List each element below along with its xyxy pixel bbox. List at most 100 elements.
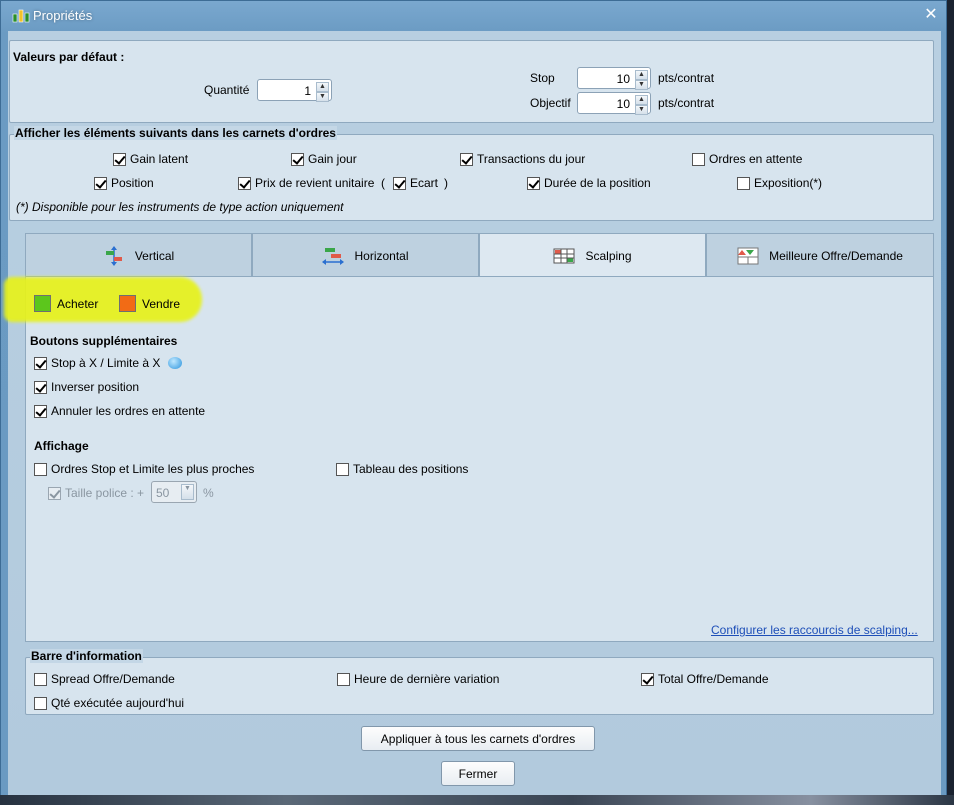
scalping-grid-icon [553,248,575,264]
quantity-stepper[interactable]: 1 ▲ ▼ [257,79,332,102]
buy-swatch[interactable] [34,295,51,312]
checkbox-box[interactable] [641,672,654,686]
checkbox-box[interactable] [94,176,107,190]
tab-label: Horizontal [354,248,409,263]
checkbox-label: Exposition(*) [754,176,823,190]
tab-label: Vertical [134,248,175,263]
tab-scalping[interactable]: Scalping [479,233,706,278]
checkbox-box[interactable] [393,176,406,190]
tab-meilleure-offre[interactable]: Meilleure Offre/Demande [706,233,934,277]
spin-down-icon[interactable]: ▼ [635,80,648,90]
checkbox-qte-executee[interactable]: Qté exécutée aujourd'hui [34,696,184,710]
font-size-unit: % [203,486,214,500]
checkbox-box[interactable] [337,672,350,686]
display-elements-panel: Afficher les éléments suivants dans les … [9,126,934,221]
target-stepper[interactable]: 10 ▲ ▼ [577,92,651,115]
checkbox-heure-variation[interactable]: Heure de dernière variation [337,672,499,686]
spin-down-icon[interactable]: ▼ [316,92,329,102]
checkbox-label: Gain jour [308,152,357,166]
checkbox-prix-revient[interactable]: Prix de revient unitaire [238,176,374,190]
checkbox-label: Stop à X / Limite à X [51,356,161,370]
checkbox-box[interactable] [34,380,47,394]
checkbox-label: Durée de la position [544,176,651,190]
properties-window: Propriétés ✕ Valeurs par défaut : Quanti… [0,0,947,797]
checkbox-duree-position[interactable]: Durée de la position [527,176,651,190]
checkbox-ecart[interactable]: Ecart [393,176,438,190]
apply-all-button[interactable]: Appliquer à tous les carnets d'ordres [361,726,595,751]
extra-buttons-title: Boutons supplémentaires [30,334,178,348]
checkbox-ordres-attente[interactable]: Ordres en attente [692,152,802,166]
tab-vertical[interactable]: Vertical [25,233,252,277]
checkbox-box[interactable] [34,672,47,686]
checkbox-label: Inverser position [51,380,140,394]
footnote: (*) Disponible pour les instruments de t… [16,200,344,214]
target-label: Objectif [530,96,571,110]
sell-swatch[interactable] [119,295,136,312]
defaults-title: Valeurs par défaut : [13,50,125,64]
quantity-label: Quantité [204,83,250,97]
checkbox-box[interactable] [527,176,540,190]
checkbox-exposition[interactable]: Exposition(*) [737,176,822,190]
checkbox-box[interactable] [34,696,47,710]
checkbox-transactions-jour[interactable]: Transactions du jour [460,152,585,166]
spin-down-icon[interactable]: ▼ [635,105,648,115]
stop-unit: pts/contrat [658,71,715,85]
best-bid-ask-icon [737,247,759,264]
checkbox-box[interactable] [291,152,304,166]
quantity-value: 1 [304,84,311,98]
checkbox-box[interactable] [737,176,750,190]
info-bubble-icon[interactable] [168,357,182,369]
stop-label: Stop [530,71,555,85]
close-button[interactable]: Fermer [441,761,515,786]
dialog-content: Valeurs par défaut : Quantité 1 ▲ ▼ Stop … [4,31,941,795]
spin-up-icon[interactable]: ▲ [635,95,648,105]
tab-horizontal[interactable]: Horizontal [252,233,479,277]
scalping-panel: Acheter Vendre Boutons supplémentaires S… [4,276,934,642]
checkbox-spread[interactable]: Spread Offre/Demande [34,672,175,686]
spin-up-icon[interactable]: ▲ [316,82,329,92]
sell-color-swatch[interactable]: Vendre [119,295,180,312]
checkbox-tableau-positions[interactable]: Tableau des positions [336,462,468,476]
checkbox-gain-latent[interactable]: Gain latent [113,152,188,166]
buy-label: Acheter [57,296,99,311]
spin-up-icon[interactable]: ▲ [635,70,648,80]
checkbox-ordres-proches[interactable]: Ordres Stop et Limite les plus proches [34,462,254,476]
checkbox-inverser-position[interactable]: Inverser position [34,380,139,394]
stop-stepper[interactable]: 10 ▲ ▼ [577,67,651,90]
dropdown-arrow-icon: ▼ [181,484,194,500]
checkbox-stop-limite[interactable]: Stop à X / Limite à X [34,356,160,370]
checkbox-label: Total Offre/Demande [658,672,769,686]
checkbox-box[interactable] [34,356,47,370]
font-size-combo: 50 ▼ [151,481,197,503]
close-icon[interactable]: ✕ [921,6,941,24]
checkbox-gain-jour[interactable]: Gain jour [291,152,357,166]
checkbox-label: Taille police : + [65,486,145,500]
layout-tabs: Vertical Horizontal Scalping Meilleure O… [25,233,934,278]
checkbox-box [48,486,61,500]
window-title: Propriétés [33,8,93,23]
checkbox-box[interactable] [34,404,47,418]
paren-open: ( [381,176,385,190]
checkbox-position[interactable]: Position [94,176,154,190]
checkbox-total-offre[interactable]: Total Offre/Demande [641,672,769,686]
target-value: 10 [616,97,630,111]
checkbox-label: Ordres Stop et Limite les plus proches [51,462,255,476]
checkbox-label: Heure de dernière variation [354,672,500,686]
sell-label: Vendre [142,296,181,311]
checkbox-box[interactable] [238,176,251,190]
scalping-shortcuts-link[interactable]: Configurer les raccourcis de scalping... [711,623,918,637]
buy-color-swatch[interactable]: Acheter [34,295,98,312]
checkbox-box[interactable] [460,152,473,166]
checkbox-box[interactable] [692,152,705,166]
target-unit: pts/contrat [658,96,715,110]
checkbox-label: Ordres en attente [709,152,803,166]
checkbox-taille-police: Taille police : + [48,486,144,500]
checkbox-box[interactable] [336,462,349,476]
checkbox-box[interactable] [34,462,47,476]
checkbox-box[interactable] [113,152,126,166]
checkbox-annuler-ordres[interactable]: Annuler les ordres en attente [34,404,205,418]
tab-label: Meilleure Offre/Demande [769,248,903,263]
vertical-layout-icon [105,245,122,266]
display-title: Affichage [34,439,89,453]
title-bar[interactable]: Propriétés ✕ [1,1,946,30]
